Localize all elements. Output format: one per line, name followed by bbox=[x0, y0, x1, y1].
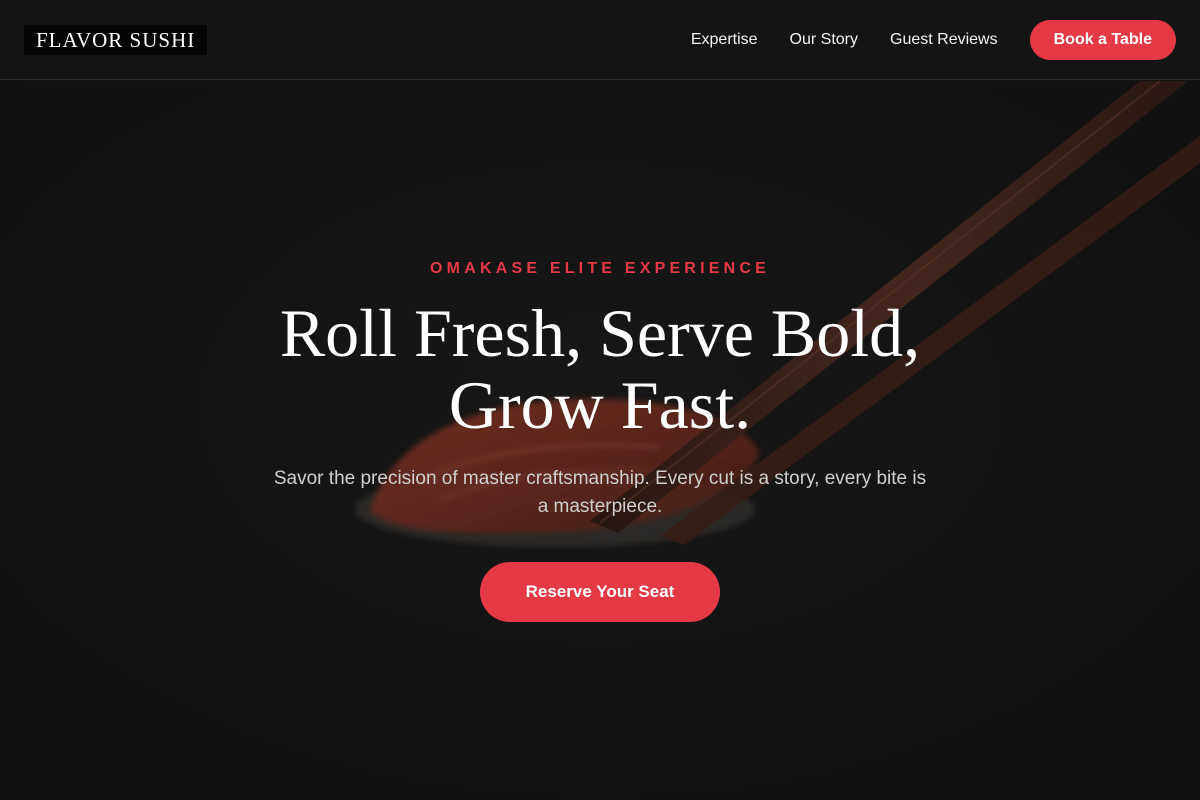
hero-headline: Roll Fresh, Serve Bold, Grow Fast. bbox=[200, 297, 1000, 441]
hero-subtext: Savor the precision of master craftsmans… bbox=[273, 468, 927, 517]
hero-headline-line-1: Roll Fresh, Serve Bold, bbox=[279, 295, 921, 371]
main-nav: Expertise Our Story Guest Reviews Book a… bbox=[691, 20, 1176, 60]
brand-logo[interactable]: FLAVOR SUSHI bbox=[24, 25, 208, 55]
nav-link-our-story[interactable]: Our Story bbox=[790, 31, 858, 49]
hero-headline-line-2: Grow Fast. bbox=[448, 367, 752, 443]
book-table-button[interactable]: Book a Table bbox=[1029, 20, 1176, 60]
hero-eyebrow: OMAKASE ELITE EXPERIENCE bbox=[430, 260, 770, 277]
nav-link-guest-reviews[interactable]: Guest Reviews bbox=[890, 31, 998, 49]
landing-page: FLAVOR SUSHI Expertise Our Story Guest R… bbox=[0, 0, 1200, 800]
hero-section: OMAKASE ELITE EXPERIENCE Roll Fresh, Ser… bbox=[0, 81, 1200, 800]
site-header: FLAVOR SUSHI Expertise Our Story Guest R… bbox=[0, 0, 1200, 80]
nav-link-expertise[interactable]: Expertise bbox=[691, 31, 758, 49]
reserve-seat-button[interactable]: Reserve Your Seat bbox=[480, 562, 720, 622]
hero-content: OMAKASE ELITE EXPERIENCE Roll Fresh, Ser… bbox=[0, 81, 1200, 800]
